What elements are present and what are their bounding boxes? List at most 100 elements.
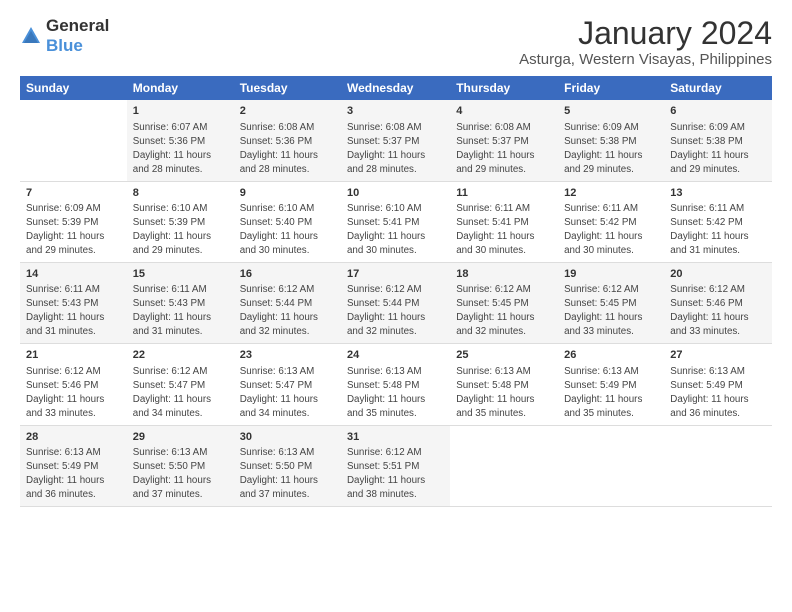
calendar-cell: 28 Sunrise: 6:13 AM Sunset: 5:49 PM Dayli…	[20, 425, 127, 506]
day-number: 10	[347, 186, 444, 201]
day-number: 28	[26, 430, 121, 445]
calendar-cell: 4 Sunrise: 6:08 AM Sunset: 5:37 PM Daylig…	[450, 100, 558, 181]
main-title: January 2024	[519, 16, 772, 51]
day-number: 9	[240, 186, 335, 201]
day-info: Sunrise: 6:10 AM Sunset: 5:41 PM Dayligh…	[347, 203, 425, 256]
day-info: Sunrise: 6:11 AM Sunset: 5:41 PM Dayligh…	[456, 203, 534, 256]
day-number: 26	[564, 348, 658, 363]
day-info: Sunrise: 6:12 AM Sunset: 5:44 PM Dayligh…	[347, 284, 425, 337]
week-row-1: 1Sunrise: 6:07 AM Sunset: 5:36 PM Daylig…	[20, 100, 772, 181]
day-number: 5	[564, 104, 658, 119]
calendar-cell: 7 Sunrise: 6:09 AM Sunset: 5:39 PM Daylig…	[20, 181, 127, 262]
day-number: 31	[347, 430, 444, 445]
calendar-cell: 25 Sunrise: 6:13 AM Sunset: 5:48 PM Dayli…	[450, 344, 558, 425]
day-number: 27	[670, 348, 766, 363]
calendar-cell: 18 Sunrise: 6:12 AM Sunset: 5:45 PM Dayli…	[450, 262, 558, 343]
calendar-cell: 3Sunrise: 6:08 AM Sunset: 5:37 PM Daylig…	[341, 100, 450, 181]
day-number: 12	[564, 186, 658, 201]
logo-blue: Blue	[46, 36, 83, 55]
day-info: Sunrise: 6:12 AM Sunset: 5:51 PM Dayligh…	[347, 447, 425, 500]
day-info: Sunrise: 6:13 AM Sunset: 5:48 PM Dayligh…	[456, 366, 534, 419]
calendar-cell	[20, 100, 127, 181]
calendar-cell: 30Sunrise: 6:13 AM Sunset: 5:50 PM Dayli…	[234, 425, 341, 506]
day-number: 21	[26, 348, 121, 363]
calendar-cell: 16 Sunrise: 6:12 AM Sunset: 5:44 PM Dayli…	[234, 262, 341, 343]
calendar-cell: 17Sunrise: 6:12 AM Sunset: 5:44 PM Dayli…	[341, 262, 450, 343]
col-wednesday: Wednesday	[341, 76, 450, 100]
day-info: Sunrise: 6:13 AM Sunset: 5:48 PM Dayligh…	[347, 366, 425, 419]
logo-icon	[20, 25, 42, 47]
day-info: Sunrise: 6:12 AM Sunset: 5:45 PM Dayligh…	[456, 284, 534, 337]
day-number: 3	[347, 104, 444, 119]
day-info: Sunrise: 6:12 AM Sunset: 5:47 PM Dayligh…	[133, 366, 211, 419]
day-info: Sunrise: 6:12 AM Sunset: 5:46 PM Dayligh…	[26, 366, 104, 419]
day-number: 30	[240, 430, 335, 445]
calendar-cell: 11 Sunrise: 6:11 AM Sunset: 5:41 PM Dayli…	[450, 181, 558, 262]
calendar-cell: 27 Sunrise: 6:13 AM Sunset: 5:49 PM Dayli…	[664, 344, 772, 425]
day-number: 1	[133, 104, 228, 119]
calendar-cell: 29 Sunrise: 6:13 AM Sunset: 5:50 PM Dayli…	[127, 425, 234, 506]
week-row-4: 21 Sunrise: 6:12 AM Sunset: 5:46 PM Dayli…	[20, 344, 772, 425]
subtitle: Asturga, Western Visayas, Philippines	[519, 51, 772, 68]
calendar-cell: 20Sunrise: 6:12 AM Sunset: 5:46 PM Dayli…	[664, 262, 772, 343]
day-number: 14	[26, 267, 121, 282]
calendar-cell: 23 Sunrise: 6:13 AM Sunset: 5:47 PM Dayli…	[234, 344, 341, 425]
calendar-cell: 5 Sunrise: 6:09 AM Sunset: 5:38 PM Daylig…	[558, 100, 664, 181]
day-info: Sunrise: 6:12 AM Sunset: 5:44 PM Dayligh…	[240, 284, 318, 337]
day-info: Sunrise: 6:12 AM Sunset: 5:45 PM Dayligh…	[564, 284, 642, 337]
logo-general: General	[46, 16, 109, 35]
day-number: 11	[456, 186, 552, 201]
day-info: Sunrise: 6:09 AM Sunset: 5:38 PM Dayligh…	[564, 122, 642, 175]
logo: General Blue	[20, 16, 109, 56]
calendar-cell: 8 Sunrise: 6:10 AM Sunset: 5:39 PM Daylig…	[127, 181, 234, 262]
day-number: 8	[133, 186, 228, 201]
day-number: 23	[240, 348, 335, 363]
day-number: 4	[456, 104, 552, 119]
calendar-cell: 2Sunrise: 6:08 AM Sunset: 5:36 PM Daylig…	[234, 100, 341, 181]
col-sunday: Sunday	[20, 76, 127, 100]
calendar-cell: 15 Sunrise: 6:11 AM Sunset: 5:43 PM Dayli…	[127, 262, 234, 343]
day-info: Sunrise: 6:09 AM Sunset: 5:39 PM Dayligh…	[26, 203, 104, 256]
day-number: 16	[240, 267, 335, 282]
day-info: Sunrise: 6:08 AM Sunset: 5:36 PM Dayligh…	[240, 122, 318, 175]
day-info: Sunrise: 6:09 AM Sunset: 5:38 PM Dayligh…	[670, 122, 748, 175]
col-thursday: Thursday	[450, 76, 558, 100]
day-info: Sunrise: 6:11 AM Sunset: 5:43 PM Dayligh…	[133, 284, 211, 337]
col-friday: Friday	[558, 76, 664, 100]
week-row-2: 7 Sunrise: 6:09 AM Sunset: 5:39 PM Daylig…	[20, 181, 772, 262]
week-row-5: 28 Sunrise: 6:13 AM Sunset: 5:49 PM Dayli…	[20, 425, 772, 506]
day-info: Sunrise: 6:10 AM Sunset: 5:40 PM Dayligh…	[240, 203, 318, 256]
calendar-cell: 13Sunrise: 6:11 AM Sunset: 5:42 PM Dayli…	[664, 181, 772, 262]
calendar-cell: 12Sunrise: 6:11 AM Sunset: 5:42 PM Dayli…	[558, 181, 664, 262]
calendar-table: Sunday Monday Tuesday Wednesday Thursday…	[20, 76, 772, 507]
calendar-cell	[664, 425, 772, 506]
header: General Blue January 2024 Asturga, Weste…	[20, 16, 772, 68]
calendar-cell: 31 Sunrise: 6:12 AM Sunset: 5:51 PM Dayli…	[341, 425, 450, 506]
title-block: January 2024 Asturga, Western Visayas, P…	[519, 16, 772, 68]
calendar-cell: 9 Sunrise: 6:10 AM Sunset: 5:40 PM Daylig…	[234, 181, 341, 262]
day-info: Sunrise: 6:11 AM Sunset: 5:43 PM Dayligh…	[26, 284, 104, 337]
day-info: Sunrise: 6:10 AM Sunset: 5:39 PM Dayligh…	[133, 203, 211, 256]
calendar-cell: 26 Sunrise: 6:13 AM Sunset: 5:49 PM Dayli…	[558, 344, 664, 425]
day-info: Sunrise: 6:13 AM Sunset: 5:49 PM Dayligh…	[26, 447, 104, 500]
day-number: 18	[456, 267, 552, 282]
day-info: Sunrise: 6:13 AM Sunset: 5:47 PM Dayligh…	[240, 366, 318, 419]
col-monday: Monday	[127, 76, 234, 100]
calendar-cell: 24Sunrise: 6:13 AM Sunset: 5:48 PM Dayli…	[341, 344, 450, 425]
day-info: Sunrise: 6:13 AM Sunset: 5:49 PM Dayligh…	[670, 366, 748, 419]
day-info: Sunrise: 6:13 AM Sunset: 5:50 PM Dayligh…	[133, 447, 211, 500]
day-number: 25	[456, 348, 552, 363]
calendar-cell: 21 Sunrise: 6:12 AM Sunset: 5:46 PM Dayli…	[20, 344, 127, 425]
day-number: 22	[133, 348, 228, 363]
col-saturday: Saturday	[664, 76, 772, 100]
day-info: Sunrise: 6:13 AM Sunset: 5:49 PM Dayligh…	[564, 366, 642, 419]
day-number: 29	[133, 430, 228, 445]
week-row-3: 14 Sunrise: 6:11 AM Sunset: 5:43 PM Dayli…	[20, 262, 772, 343]
day-info: Sunrise: 6:12 AM Sunset: 5:46 PM Dayligh…	[670, 284, 748, 337]
day-info: Sunrise: 6:08 AM Sunset: 5:37 PM Dayligh…	[456, 122, 534, 175]
calendar-cell	[558, 425, 664, 506]
day-number: 15	[133, 267, 228, 282]
day-number: 7	[26, 186, 121, 201]
calendar-body: 1Sunrise: 6:07 AM Sunset: 5:36 PM Daylig…	[20, 100, 772, 506]
calendar-cell: 22 Sunrise: 6:12 AM Sunset: 5:47 PM Dayli…	[127, 344, 234, 425]
